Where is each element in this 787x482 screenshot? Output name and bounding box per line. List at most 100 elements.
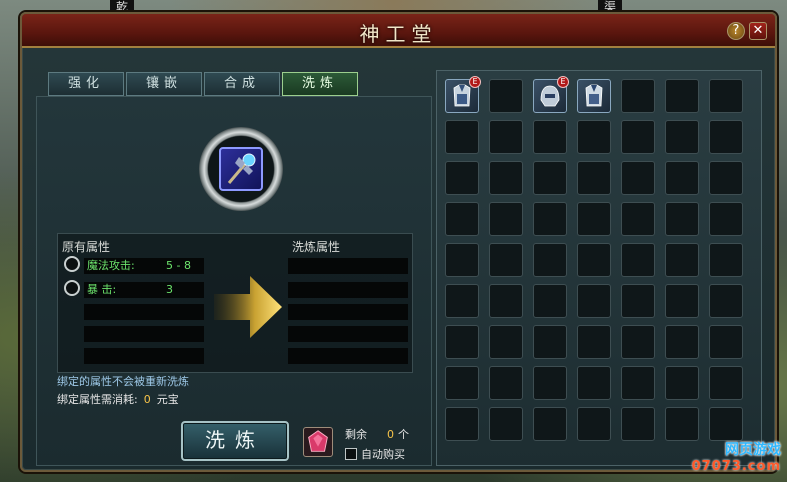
inventory-slot[interactable] xyxy=(665,202,699,236)
remaining-label: 剩余 xyxy=(345,428,367,441)
refine-stone-slot[interactable] xyxy=(303,427,333,457)
inventory-slot[interactable] xyxy=(709,120,743,154)
inventory-slot[interactable] xyxy=(709,366,743,400)
inventory-slot[interactable] xyxy=(709,243,743,277)
inventory-slot[interactable] xyxy=(533,325,567,359)
inventory-slot[interactable] xyxy=(665,407,699,441)
inventory-slot[interactable] xyxy=(665,366,699,400)
inventory-slot[interactable] xyxy=(709,202,743,236)
inventory-slot[interactable] xyxy=(665,120,699,154)
original-attribute-row-empty xyxy=(84,326,204,342)
close-button[interactable]: ✕ xyxy=(749,22,767,40)
inventory-slot[interactable] xyxy=(445,284,479,318)
lock-attribute-radio-1[interactable] xyxy=(64,256,80,272)
inventory-slot[interactable] xyxy=(709,325,743,359)
inventory-slot[interactable] xyxy=(577,202,611,236)
original-attribute-row: 暴 击: 3 xyxy=(84,282,204,298)
inventory-slot[interactable] xyxy=(489,243,523,277)
inventory-slot[interactable] xyxy=(665,79,699,113)
target-item-slot[interactable] xyxy=(219,147,263,191)
refine-button[interactable]: 洗炼 xyxy=(181,421,289,461)
window-title: 神工堂 xyxy=(359,22,438,46)
auto-buy-option[interactable]: 自动购买 xyxy=(345,446,405,462)
inventory-slot[interactable] xyxy=(665,284,699,318)
inventory-slot[interactable] xyxy=(621,284,655,318)
inventory-slot[interactable] xyxy=(665,243,699,277)
inventory-slot[interactable] xyxy=(445,366,479,400)
inventory-slot[interactable] xyxy=(709,79,743,113)
inventory-slot[interactable] xyxy=(445,120,479,154)
inventory-slot[interactable] xyxy=(533,284,567,318)
inventory-slot[interactable] xyxy=(577,243,611,277)
inventory-slot[interactable] xyxy=(709,407,743,441)
inventory-slot[interactable] xyxy=(489,407,523,441)
inventory-slot[interactable] xyxy=(533,120,567,154)
tab-bar: 强化 镶嵌 合成 洗炼 xyxy=(48,72,358,96)
inventory-slot[interactable] xyxy=(489,284,523,318)
inventory-slot[interactable] xyxy=(577,407,611,441)
inventory-slot[interactable] xyxy=(621,243,655,277)
auto-buy-checkbox[interactable] xyxy=(345,448,357,460)
inventory-slot[interactable] xyxy=(533,243,567,277)
inventory-slot[interactable] xyxy=(709,161,743,195)
inventory-slot[interactable]: E xyxy=(533,76,569,113)
refined-attribute-row xyxy=(288,326,408,342)
inventory-slot[interactable] xyxy=(489,366,523,400)
tab-enhance[interactable]: 强化 xyxy=(48,72,124,96)
inventory-slot[interactable] xyxy=(621,325,655,359)
inventory-slot[interactable] xyxy=(577,366,611,400)
bound-attribute-note: 绑定的属性不会被重新洗炼 xyxy=(57,375,189,388)
equipped-badge: E xyxy=(557,76,569,88)
equipped-badge: E xyxy=(469,76,481,88)
watermark-line-1: 网页游戏 xyxy=(725,442,781,458)
inventory-slot[interactable] xyxy=(489,202,523,236)
inventory-slot[interactable] xyxy=(665,325,699,359)
inventory-slot[interactable] xyxy=(489,120,523,154)
inventory-slot[interactable] xyxy=(621,407,655,441)
remaining-count: 0 xyxy=(387,428,394,441)
inventory-slot[interactable] xyxy=(621,202,655,236)
refine-panel: 原有属性 洗炼属性 魔法攻击: 5 - 8 暴 击: 3 绑定的属性不会被重新洗… xyxy=(36,96,432,466)
inventory-slot[interactable] xyxy=(621,366,655,400)
inventory-slot[interactable] xyxy=(621,120,655,154)
inventory-slot[interactable] xyxy=(533,202,567,236)
inventory-slot[interactable] xyxy=(489,325,523,359)
lock-attribute-radio-2[interactable] xyxy=(64,280,80,296)
inventory-slot[interactable] xyxy=(445,243,479,277)
inventory-slot[interactable] xyxy=(533,407,567,441)
refined-attribute-row xyxy=(288,258,408,274)
inventory-slot[interactable] xyxy=(445,202,479,236)
inventory-slot[interactable] xyxy=(445,161,479,195)
help-button[interactable]: ? xyxy=(727,22,745,40)
inventory-slot[interactable] xyxy=(533,366,567,400)
inventory-slot[interactable] xyxy=(533,161,567,195)
inventory-slot[interactable] xyxy=(665,161,699,195)
inventory-slot[interactable] xyxy=(577,161,611,195)
inventory-slot[interactable] xyxy=(621,79,655,113)
original-attribute-row-empty xyxy=(84,304,204,320)
attribute-box: 原有属性 洗炼属性 魔法攻击: 5 - 8 暴 击: 3 xyxy=(57,233,413,373)
inventory-slot[interactable]: E xyxy=(445,76,481,113)
inventory-slot[interactable] xyxy=(577,120,611,154)
inventory-slot[interactable] xyxy=(445,325,479,359)
inventory-slot[interactable] xyxy=(577,325,611,359)
inventory-grid: E E xyxy=(445,76,743,441)
inventory-slot[interactable] xyxy=(445,407,479,441)
tab-compose[interactable]: 合成 xyxy=(204,72,280,96)
tab-inlay[interactable]: 镶嵌 xyxy=(126,72,202,96)
window-titlebar[interactable]: 神工堂 ? ✕ xyxy=(22,14,775,48)
watermark-line-2: 07073.com xyxy=(691,459,781,474)
inventory-slot[interactable] xyxy=(577,79,611,113)
attribute-name: 魔法攻击: xyxy=(87,259,135,272)
remaining-stones: 剩余 0 个 xyxy=(345,426,409,442)
inventory-slot[interactable] xyxy=(621,161,655,195)
original-attribute-row: 魔法攻击: 5 - 8 xyxy=(84,258,204,274)
inventory-slot[interactable] xyxy=(489,79,523,113)
inventory-slot[interactable] xyxy=(577,284,611,318)
attribute-value: 3 xyxy=(166,283,173,296)
bound-cost-label: 绑定属性需消耗: xyxy=(57,393,138,406)
tab-refine[interactable]: 洗炼 xyxy=(282,72,358,96)
refined-attribute-row xyxy=(288,304,408,320)
inventory-slot[interactable] xyxy=(709,284,743,318)
inventory-slot[interactable] xyxy=(489,161,523,195)
